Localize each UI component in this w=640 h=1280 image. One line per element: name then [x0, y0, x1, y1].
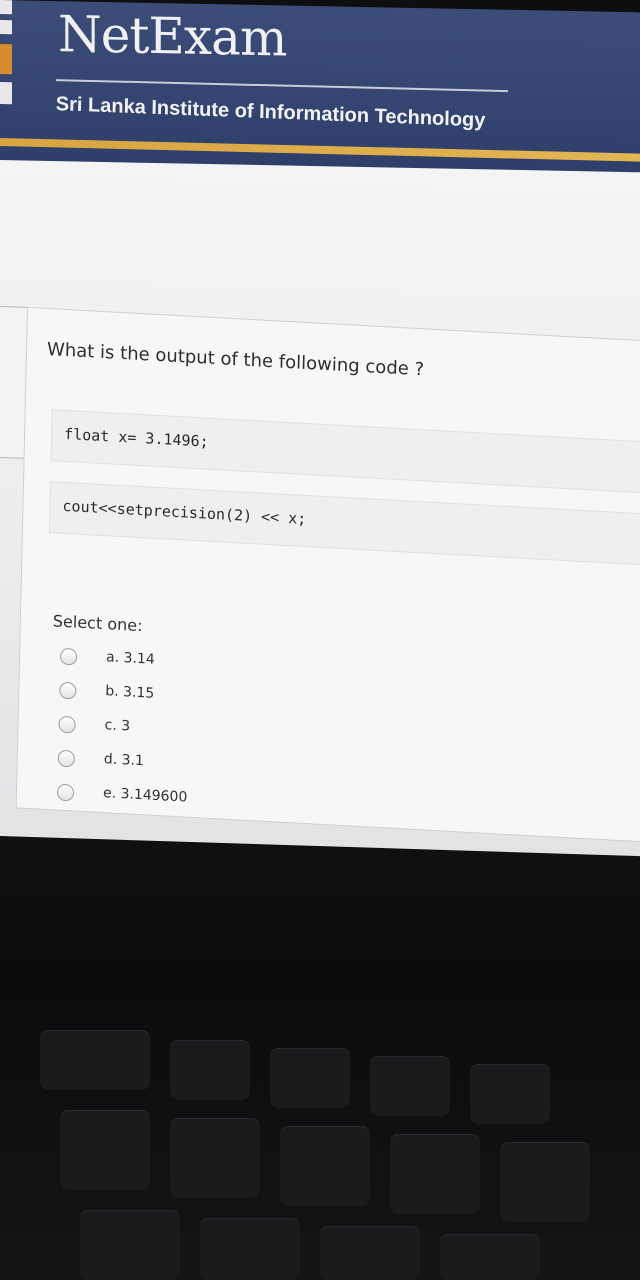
institute-name: Sri Lanka Institute of Information Techn…	[55, 93, 486, 132]
answer-label: d. 3.1	[103, 751, 145, 770]
keyboard-key	[440, 1234, 540, 1280]
keyboard-key	[40, 1030, 150, 1090]
header-divider	[55, 79, 508, 93]
keyboard-key	[270, 1048, 350, 1108]
keyboard-key	[200, 1218, 300, 1280]
code-line: float x= 3.1496;	[63, 424, 209, 451]
keyboard-key	[470, 1064, 550, 1124]
answer-label: a. 3.14	[105, 649, 155, 668]
answer-label: b. 3.15	[105, 683, 155, 702]
question-text: What is the output of the following code…	[46, 338, 425, 381]
select-one-label: Select one:	[52, 611, 143, 636]
keyboard-key	[280, 1126, 370, 1206]
radio-button[interactable]	[56, 783, 75, 802]
quiz-page: What is the output of the following code…	[0, 146, 640, 857]
code-line: cout<<setprecision(2) << x;	[62, 496, 307, 529]
radio-button[interactable]	[59, 681, 77, 700]
radio-button[interactable]	[58, 715, 76, 734]
question-card: What is the output of the following code…	[15, 306, 640, 844]
code-block-line-1: float x= 3.1496;	[50, 409, 640, 495]
keyboard-key	[370, 1056, 450, 1116]
radio-button[interactable]	[57, 749, 75, 768]
institute-logo-icon	[0, 0, 16, 110]
answer-options: a. 3.14 b. 3.15 c. 3 d. 3.1 e. 3.149600	[56, 646, 360, 832]
photo-of-screen: What is the output of the following code…	[0, 0, 640, 1280]
answer-label: e. 3.149600	[102, 785, 188, 806]
keyboard-key	[170, 1040, 250, 1100]
keyboard-key	[60, 1110, 150, 1190]
keyboard-key	[80, 1210, 180, 1280]
answer-label: c. 3	[104, 717, 131, 735]
keyboard-key	[170, 1118, 260, 1198]
keyboard-key	[500, 1142, 590, 1222]
laptop-keyboard-area	[0, 780, 640, 1280]
radio-button[interactable]	[59, 647, 78, 666]
keyboard-key	[320, 1226, 420, 1280]
code-block-line-2: cout<<setprecision(2) << x;	[48, 481, 640, 567]
keyboard-key	[390, 1134, 480, 1214]
brand-name: NetExam	[58, 5, 287, 68]
